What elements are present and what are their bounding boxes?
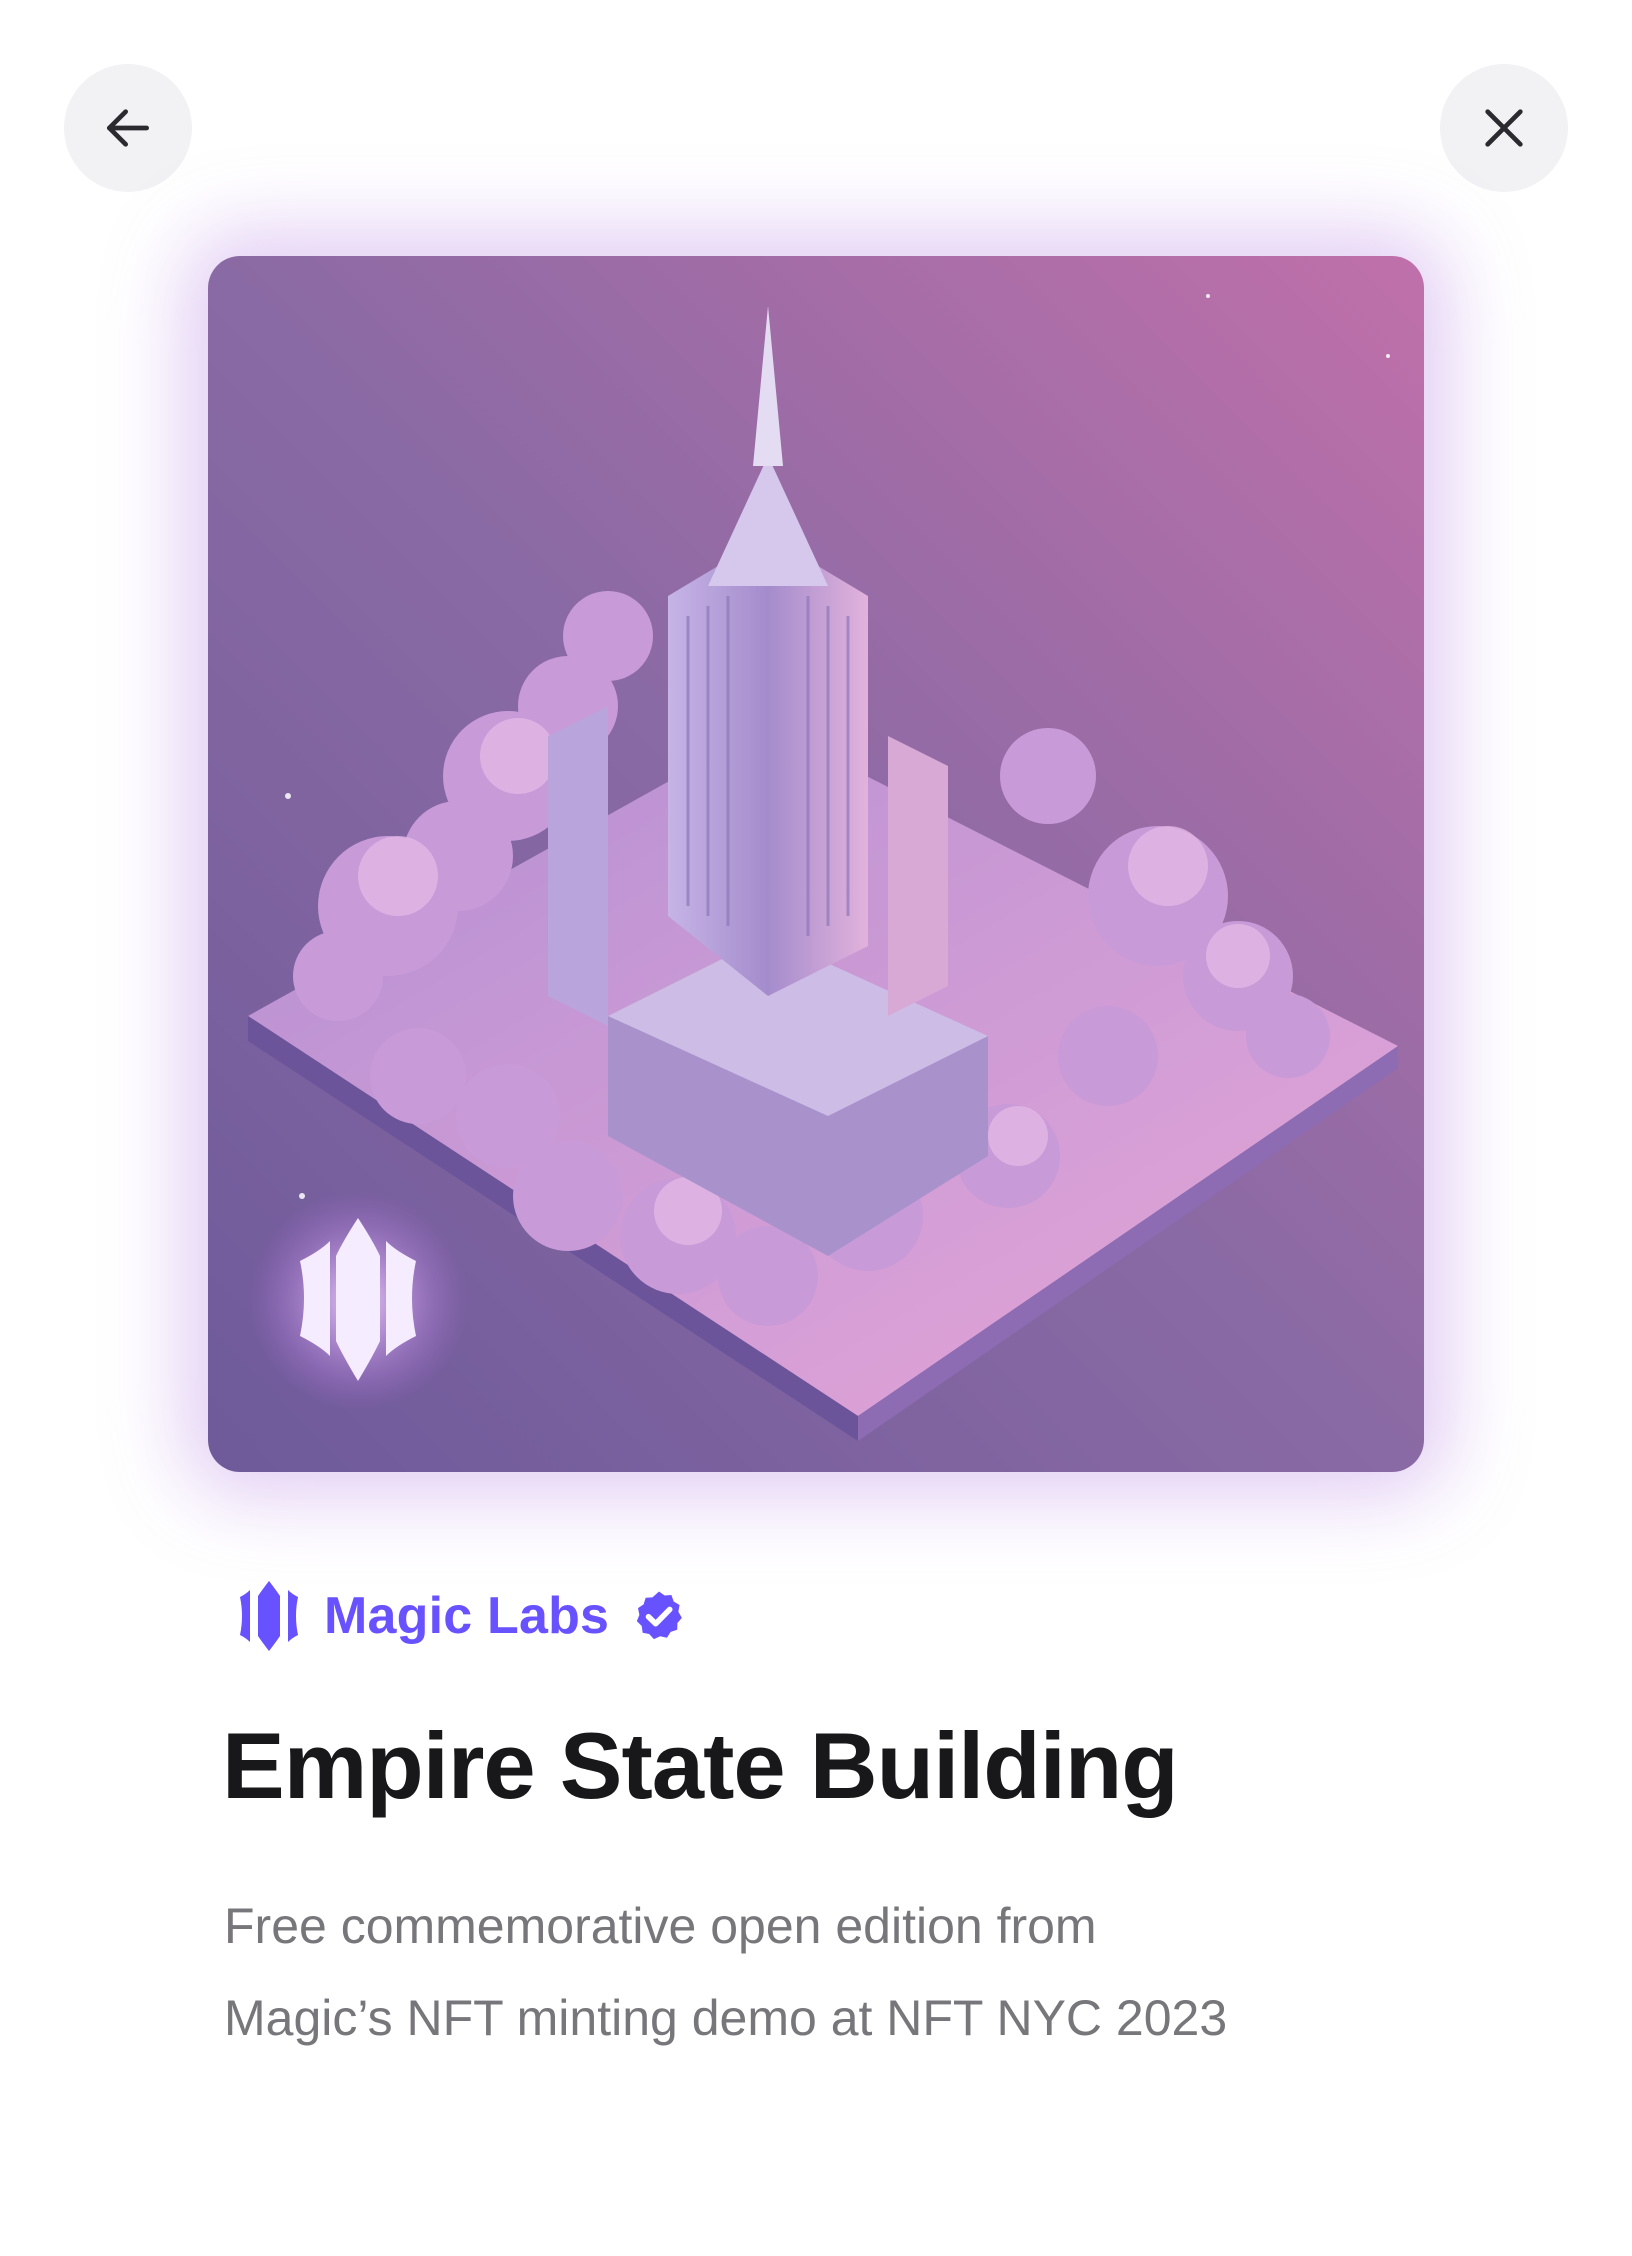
creator-name: Magic Labs <box>324 1587 610 1645</box>
close-button[interactable] <box>1440 64 1568 192</box>
nft-title: Empire State Building <box>222 1713 1179 1818</box>
nft-detail-card: Magic Labs Empire State Building Free co… <box>0 0 1632 2256</box>
close-icon <box>1485 109 1523 147</box>
back-button[interactable] <box>64 64 192 192</box>
description-line-1: Free commemorative open edition from <box>224 1898 1097 1954</box>
magic-logo-icon <box>236 1581 302 1651</box>
nft-description: Free commemorative open edition from Mag… <box>224 1880 1424 2064</box>
verified-badge-icon <box>631 1588 687 1644</box>
description-line-2: Magic’s NFT minting demo at NFT NYC 2023 <box>224 1990 1228 2046</box>
nft-artwork <box>208 256 1424 1472</box>
arrow-left-icon <box>107 109 150 147</box>
creator-row[interactable]: Magic Labs <box>236 1578 687 1654</box>
